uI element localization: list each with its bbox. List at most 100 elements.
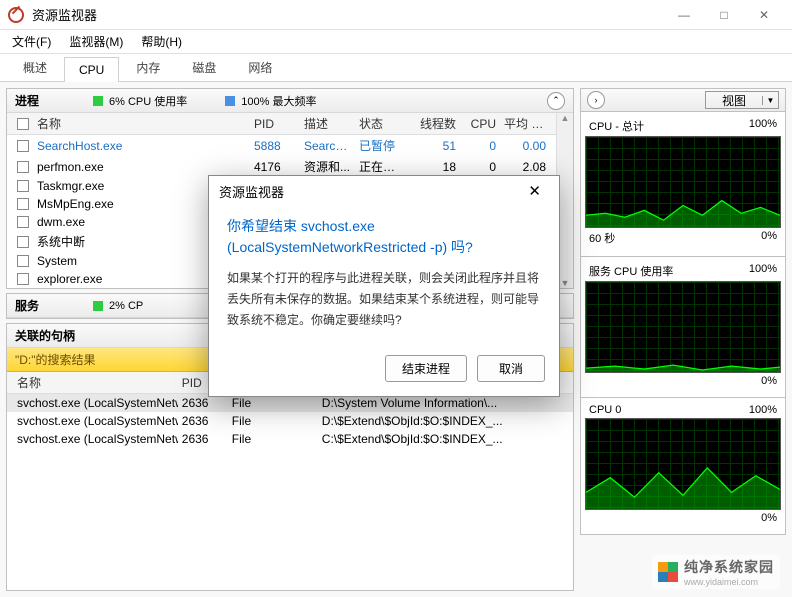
tab-cpu[interactable]: CPU bbox=[64, 57, 119, 82]
tab-disk[interactable]: 磁盘 bbox=[177, 53, 231, 81]
select-all-checkbox[interactable] bbox=[17, 118, 29, 130]
graph-footer-right: 0% bbox=[761, 375, 777, 387]
graph-title: 服务 CPU 使用率 bbox=[589, 263, 673, 279]
row-checkbox[interactable] bbox=[17, 216, 29, 228]
handle-type: File bbox=[228, 432, 318, 446]
handle-row[interactable]: svchost.exe (LocalSystemNetw...2636FileD… bbox=[7, 412, 573, 430]
col-avg[interactable]: 平均 C... bbox=[500, 115, 550, 132]
graph-max: 100% bbox=[749, 263, 777, 279]
proc-status: 正在运行 bbox=[355, 158, 410, 175]
tab-network[interactable]: 网络 bbox=[233, 53, 287, 81]
col-pid[interactable]: PID bbox=[250, 117, 300, 131]
view-label: 视图 bbox=[706, 92, 762, 109]
right-header: › 视图 ▼ bbox=[580, 88, 786, 112]
collapse-processes-button[interactable]: ⌃ bbox=[547, 92, 565, 110]
graph-box: CPU - 总计100%60 秒0% bbox=[580, 112, 786, 257]
handle-name: svchost.exe (LocalSystemNetw... bbox=[13, 414, 178, 428]
proc-name: dwm.exe bbox=[37, 215, 85, 229]
row-checkbox[interactable] bbox=[17, 198, 29, 210]
handle-pid: 2636 bbox=[178, 396, 228, 410]
dialog-close-button[interactable]: ✕ bbox=[520, 180, 549, 202]
handles-rows: svchost.exe (LocalSystemNetw...2636FileD… bbox=[7, 394, 573, 590]
graph-footer-left: 60 秒 bbox=[589, 230, 615, 246]
proc-pid: 4176 bbox=[250, 160, 300, 174]
col-status[interactable]: 状态 bbox=[355, 115, 410, 132]
proc-name: Taskmgr.exe bbox=[37, 179, 104, 193]
process-row[interactable]: SearchHost.exe5888Search...已暂停5100.00 bbox=[7, 135, 556, 156]
col-desc[interactable]: 描述 bbox=[300, 115, 355, 132]
maximize-button[interactable]: □ bbox=[704, 1, 744, 29]
dialog-body-text: 如果某个打开的程序与此进程关联，则会关闭此程序并且将丢失所有未保存的数据。如果结… bbox=[227, 268, 541, 331]
handle-pid: 2636 bbox=[178, 414, 228, 428]
proc-name: explorer.exe bbox=[37, 272, 102, 286]
row-checkbox[interactable] bbox=[17, 180, 29, 192]
tab-memory[interactable]: 内存 bbox=[121, 53, 175, 81]
row-checkbox[interactable] bbox=[17, 140, 29, 152]
end-process-button[interactable]: 结束进程 bbox=[385, 355, 467, 382]
menu-bar: 文件(F) 监视器(M) 帮助(H) bbox=[0, 30, 792, 54]
proc-name: System bbox=[37, 254, 77, 268]
graph-box: CPU 0 100% 0% bbox=[580, 398, 786, 535]
watermark: 纯净系统家园 www.yidaimei.com bbox=[652, 555, 780, 589]
dialog-titlebar: 资源监视器 ✕ bbox=[209, 176, 559, 206]
row-checkbox[interactable] bbox=[17, 255, 29, 267]
processes-title: 进程 bbox=[15, 92, 55, 109]
graph-max: 100% bbox=[749, 404, 777, 416]
processes-max-freq: 100% 最大频率 bbox=[225, 93, 316, 109]
view-dropdown[interactable]: 视图 ▼ bbox=[705, 91, 779, 109]
handle-type: File bbox=[228, 396, 318, 410]
col-cpu[interactable]: CPU bbox=[460, 117, 500, 131]
green-square-icon bbox=[93, 301, 103, 311]
green-square-icon bbox=[93, 96, 103, 106]
tab-overview[interactable]: 概述 bbox=[8, 53, 62, 81]
handle-path: D:\$Extend\$ObjId:$O:$INDEX_... bbox=[318, 414, 567, 428]
proc-desc: Search... bbox=[300, 139, 355, 153]
app-icon bbox=[8, 7, 24, 23]
handle-row[interactable]: svchost.exe (LocalSystemNetw...2636FileC… bbox=[7, 430, 573, 448]
cpu-graph bbox=[585, 136, 781, 228]
dialog-heading: 你希望结束 svchost.exe (LocalSystemNetworkRes… bbox=[227, 216, 541, 258]
proc-cpu: 0 bbox=[460, 160, 500, 174]
window-title: 资源监视器 bbox=[32, 5, 664, 24]
proc-name: MsMpEng.exe bbox=[37, 197, 114, 211]
close-button[interactable]: ✕ bbox=[744, 1, 784, 29]
title-bar: 资源监视器 — □ ✕ bbox=[0, 0, 792, 30]
services-title: 服务 bbox=[15, 297, 55, 314]
row-checkbox[interactable] bbox=[17, 236, 29, 248]
proc-pid: 5888 bbox=[250, 139, 300, 153]
proc-avg: 0.00 bbox=[500, 139, 550, 153]
handle-path: D:\System Volume Information\... bbox=[318, 396, 567, 410]
minimize-button[interactable]: — bbox=[664, 1, 704, 29]
row-checkbox[interactable] bbox=[17, 273, 29, 285]
hcol-name[interactable]: 名称 bbox=[13, 374, 178, 391]
collapse-right-button[interactable]: › bbox=[587, 91, 605, 109]
graph-title: CPU 0 bbox=[589, 404, 621, 416]
confirm-dialog: 资源监视器 ✕ 你希望结束 svchost.exe (LocalSystemNe… bbox=[208, 175, 560, 397]
proc-name: perfmon.exe bbox=[37, 160, 104, 174]
menu-help[interactable]: 帮助(H) bbox=[137, 31, 186, 52]
menu-monitor[interactable]: 监视器(M) bbox=[65, 31, 127, 52]
graphs-container: CPU - 总计100%60 秒0%服务 CPU 使用率100%0%CPU 01… bbox=[580, 112, 786, 535]
col-threads[interactable]: 线程数 bbox=[410, 115, 460, 132]
graph-title: CPU - 总计 bbox=[589, 118, 644, 134]
processes-cpu-usage: 6% CPU 使用率 bbox=[93, 93, 187, 109]
handle-name: svchost.exe (LocalSystemNetw... bbox=[13, 432, 178, 446]
process-row[interactable]: perfmon.exe4176资源和...正在运行1802.08 bbox=[7, 156, 556, 177]
graph-footer-right: 0% bbox=[761, 512, 777, 524]
graph-box: 服务 CPU 使用率 100% 0% bbox=[580, 257, 786, 398]
handle-name: svchost.exe (LocalSystemNetw... bbox=[13, 396, 178, 410]
row-checkbox[interactable] bbox=[17, 161, 29, 173]
graph-footer-right: 0% bbox=[761, 230, 777, 246]
proc-threads: 18 bbox=[410, 160, 460, 174]
proc-cpu: 0 bbox=[460, 139, 500, 153]
proc-name: SearchHost.exe bbox=[37, 139, 122, 153]
proc-name: 系统中断 bbox=[37, 233, 85, 250]
menu-file[interactable]: 文件(F) bbox=[8, 31, 55, 52]
processes-header[interactable]: 进程 6% CPU 使用率 100% 最大频率 ⌃ bbox=[7, 89, 573, 113]
handle-path: C:\$Extend\$ObjId:$O:$INDEX_... bbox=[318, 432, 567, 446]
cancel-button[interactable]: 取消 bbox=[477, 355, 545, 382]
cpu-graph bbox=[585, 281, 781, 373]
watermark-logo-icon bbox=[658, 562, 678, 582]
window-controls: — □ ✕ bbox=[664, 1, 784, 29]
col-name[interactable]: 名称 bbox=[37, 115, 61, 132]
